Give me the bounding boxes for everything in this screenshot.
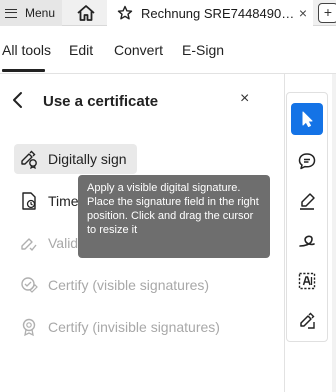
certify-visible-label: Certify (visible signatures): [48, 277, 210, 293]
menu-label: Menu: [25, 6, 56, 20]
comment-icon: [298, 153, 316, 170]
certify-invisible-item[interactable]: Certify (invisible signatures): [14, 312, 220, 342]
panel-title: Use a certificate: [43, 93, 159, 110]
text-select-icon: [298, 272, 316, 290]
certify-invisible-icon: [18, 316, 40, 338]
highlight-pen-icon: [300, 193, 315, 210]
timestamp-icon: [18, 190, 40, 212]
active-tab-indicator: [2, 69, 45, 72]
certify-visible-icon: [18, 274, 40, 296]
close-tab-icon[interactable]: ×: [299, 5, 307, 21]
document-tab[interactable]: Rechnung SRE7448490… ×: [107, 0, 313, 26]
digitally-sign-item[interactable]: Digitally sign: [14, 144, 137, 174]
digitally-sign-label: Digitally sign: [48, 151, 127, 167]
hamburger-icon: [5, 8, 17, 18]
vertical-scrollbar[interactable]: [332, 74, 336, 392]
select-tool-button[interactable]: [291, 103, 323, 135]
select-cursor-icon: [302, 111, 313, 127]
validate-item[interactable]: Valida: [14, 228, 86, 258]
tab-edit[interactable]: Edit: [69, 42, 93, 58]
digitally-sign-tooltip: Apply a visible digital signature. Place…: [78, 175, 270, 258]
window-tab-bar: Menu Rechnung SRE7448490… × +: [0, 0, 336, 26]
document-tab-title: Rechnung SRE7448490…: [141, 5, 295, 21]
home-icon: [77, 5, 95, 21]
back-button[interactable]: [10, 90, 28, 110]
comment-tool-button[interactable]: [291, 145, 323, 177]
menu-button[interactable]: Menu: [0, 0, 62, 26]
highlight-tool-button[interactable]: [291, 185, 323, 217]
home-button[interactable]: [66, 0, 106, 26]
certify-visible-item[interactable]: Certify (visible signatures): [14, 270, 209, 300]
tab-e-sign[interactable]: E-Sign: [182, 42, 224, 58]
tab-all-tools[interactable]: All tools: [2, 42, 51, 58]
validate-icon: [18, 232, 40, 254]
timestamp-item[interactable]: Times: [14, 186, 86, 216]
text-select-tool-button[interactable]: [291, 265, 323, 297]
certify-invisible-label: Certify (invisible signatures): [48, 319, 220, 335]
new-tab-button[interactable]: +: [318, 3, 336, 23]
chevron-left-icon: [13, 92, 22, 108]
freehand-draw-icon: [299, 235, 315, 247]
sign-tool-button[interactable]: [291, 305, 323, 337]
right-toolbar: [286, 92, 328, 342]
star-icon[interactable]: [117, 5, 133, 21]
panel-divider: [284, 74, 285, 392]
tab-convert[interactable]: Convert: [114, 42, 163, 58]
sign-icon: [300, 312, 315, 329]
draw-tool-button[interactable]: [291, 225, 323, 257]
panel-header: Use a certificate ×: [0, 80, 280, 120]
digital-sign-icon: [18, 148, 40, 170]
close-panel-icon[interactable]: ×: [240, 90, 249, 108]
tool-tabs: All tools Edit Convert E-Sign: [0, 26, 336, 74]
